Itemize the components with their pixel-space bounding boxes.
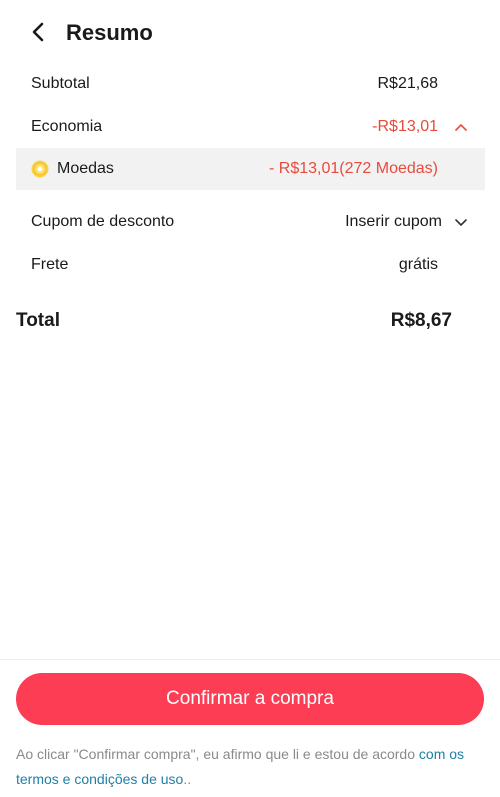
subtotal-value: R$21,68	[377, 75, 439, 92]
total-value: R$8,67	[390, 310, 452, 331]
economia-label: Economia	[31, 118, 103, 135]
frete-value: grátis	[398, 256, 438, 273]
header: Resumo	[0, 0, 500, 66]
insert-coupon-button[interactable]: Inserir cupom	[345, 213, 442, 231]
economia-value: -R$13,01	[372, 118, 438, 135]
moedas-label: Moedas	[57, 160, 114, 177]
frete-row: Frete grátis	[16, 244, 485, 286]
cupom-row[interactable]: Cupom de desconto Inserir cupom	[16, 201, 485, 243]
economia-row[interactable]: Economia -R$13,01	[16, 106, 485, 148]
subtotal-label: Subtotal	[31, 75, 90, 92]
terms-suffix: ..	[183, 771, 192, 787]
chevron-down-icon[interactable]	[453, 215, 469, 231]
page-title: Resumo	[66, 20, 153, 45]
divider	[0, 659, 500, 660]
chevron-up-icon[interactable]	[453, 119, 469, 135]
coin-icon	[31, 160, 49, 178]
total-row: Total R$8,67	[16, 304, 485, 338]
frete-label: Frete	[31, 256, 69, 273]
moedas-row: Moedas - R$13,01(272 Moedas)	[16, 148, 485, 190]
terms-notice: Ao clicar "Confirmar compra", eu afirmo …	[16, 742, 486, 792]
total-label: Total	[16, 310, 60, 331]
moedas-value: - R$13,01(272 Moedas)	[269, 160, 438, 177]
confirm-purchase-button[interactable]: Confirmar a compra	[16, 673, 484, 725]
cupom-label: Cupom de desconto	[31, 213, 175, 230]
terms-text: Ao clicar "Confirmar compra", eu afirmo …	[16, 746, 416, 762]
subtotal-row: Subtotal R$21,68	[16, 63, 485, 105]
back-arrow-icon[interactable]	[24, 18, 52, 46]
